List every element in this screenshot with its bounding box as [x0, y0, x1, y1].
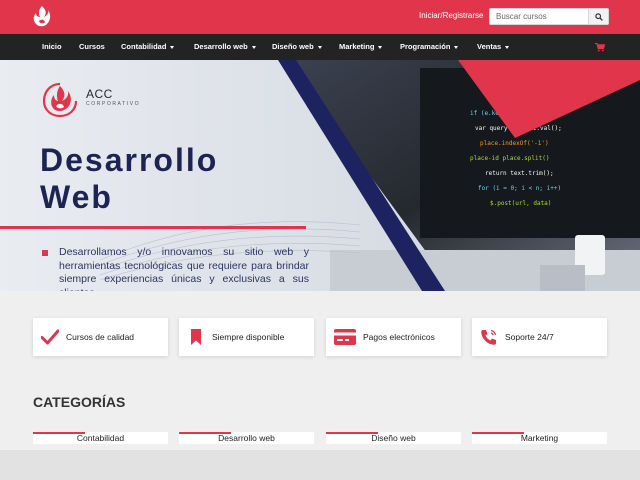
nav-item-label: Contabilidad	[121, 42, 167, 51]
feature-label: Soporte 24/7	[505, 332, 554, 342]
nav-item-inicio[interactable]: Inicio	[42, 34, 62, 60]
svg-text:$.post(url, data): $.post(url, data)	[490, 200, 551, 207]
nav-item-label: Cursos	[79, 42, 105, 51]
caret-down-icon	[378, 45, 383, 49]
top-bar: Iniciar/Registrarse	[0, 0, 640, 34]
nav-item-label: Ventas	[477, 42, 502, 51]
caret-down-icon	[170, 45, 175, 49]
page-bottom-area	[0, 450, 640, 480]
credit-card-icon	[334, 329, 356, 345]
search-form	[489, 8, 609, 25]
caret-down-icon	[251, 45, 256, 49]
nav-item-label: Marketing	[339, 42, 375, 51]
category-card-desarrollo-web[interactable]: Desarrollo web	[179, 432, 314, 444]
nav-item-desarrollo-web[interactable]: Desarrollo web	[194, 34, 256, 60]
feature-label: Cursos de calidad	[66, 332, 135, 342]
nav-item-diseno-web[interactable]: Diseño web	[272, 34, 322, 60]
caret-down-icon	[454, 45, 459, 49]
search-icon	[594, 12, 603, 21]
check-icon	[41, 329, 59, 345]
search-button[interactable]	[588, 9, 608, 24]
feature-card-pagos-electronicos[interactable]: Pagos electrónicos	[326, 318, 461, 356]
nav-item-marketing[interactable]: Marketing	[339, 34, 383, 60]
nav-item-programacion[interactable]: Programación	[400, 34, 459, 60]
phone-icon	[481, 329, 497, 345]
login-register-link[interactable]: Iniciar/Registrarse	[419, 11, 483, 20]
hero-title-line1: Desarrollo	[40, 142, 219, 178]
feature-label: Pagos electrónicos	[363, 332, 435, 342]
acc-logo-icon	[42, 82, 78, 118]
categories-heading: CATEGORÍAS	[33, 394, 126, 410]
feature-card-soporte[interactable]: Soporte 24/7	[472, 318, 607, 356]
feature-card-cursos-calidad[interactable]: Cursos de calidad	[33, 318, 168, 356]
main-nav: Inicio Cursos Contabilidad Desarrollo we…	[0, 34, 640, 60]
nav-item-cursos[interactable]: Cursos	[79, 34, 105, 60]
hero-title-line2: Web	[40, 179, 113, 215]
brand-subtitle: CORPORATIVO	[86, 101, 141, 107]
svg-text:place.indexOf('-1'): place.indexOf('-1')	[480, 140, 549, 147]
nav-item-label: Inicio	[42, 42, 62, 51]
bookmark-icon	[191, 329, 201, 345]
nav-item-label: Programación	[400, 42, 451, 51]
svg-text:place-id place.split(): place-id place.split()	[470, 155, 549, 162]
nav-item-label: Diseño web	[272, 42, 314, 51]
nav-item-contabilidad[interactable]: Contabilidad	[121, 34, 175, 60]
bullet-square-icon	[42, 250, 48, 256]
cart-icon[interactable]	[595, 43, 605, 52]
hero-divider	[0, 226, 306, 229]
caret-down-icon	[505, 45, 510, 49]
svg-text:for (i = 0; i < n; i++): for (i = 0; i < n; i++)	[478, 185, 561, 192]
category-card-diseno-web[interactable]: Diseño web	[326, 432, 461, 444]
category-card-contabilidad[interactable]: Contabilidad	[33, 432, 168, 444]
hero-banner: alt.toLowerCase if (e.keyCode == 13) var…	[0, 60, 640, 291]
feature-card-siempre-disponible[interactable]: Siempre disponible	[179, 318, 314, 356]
logo-flame-icon[interactable]	[32, 5, 52, 29]
nav-item-ventas[interactable]: Ventas	[477, 34, 510, 60]
category-card-marketing[interactable]: Marketing	[472, 432, 607, 444]
caret-down-icon	[317, 45, 322, 49]
brand-name: ACC	[86, 87, 113, 101]
hero-title: Desarrollo Web	[40, 142, 218, 216]
svg-text:return text.trim();: return text.trim();	[485, 170, 554, 177]
hero-description: Desarrollamos y/o innovamos su sitio web…	[59, 246, 309, 291]
search-input[interactable]	[490, 9, 588, 24]
nav-item-label: Desarrollo web	[194, 42, 248, 51]
feature-label: Siempre disponible	[212, 332, 285, 342]
